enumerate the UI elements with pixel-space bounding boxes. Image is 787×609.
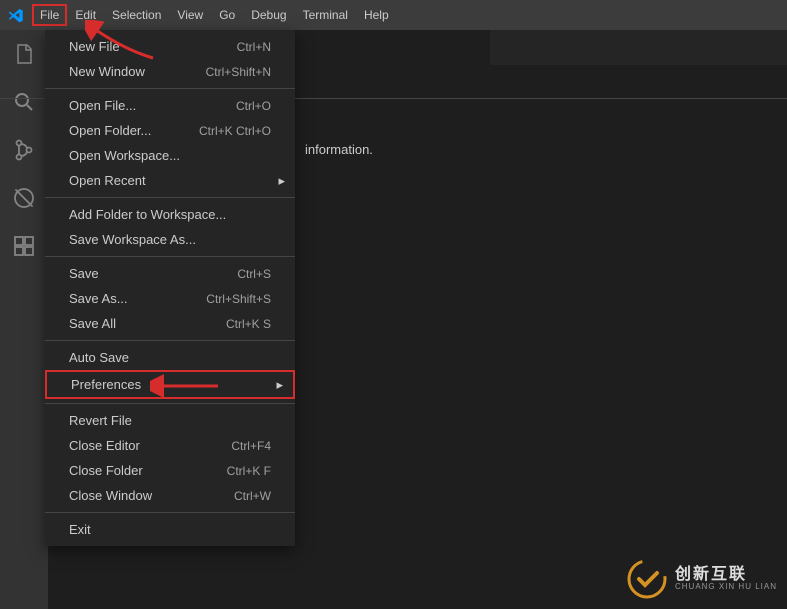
search-icon[interactable] <box>10 88 38 116</box>
info-text: information. <box>305 142 373 157</box>
menu-new-window[interactable]: New WindowCtrl+Shift+N <box>45 59 295 84</box>
menu-close-editor[interactable]: Close EditorCtrl+F4 <box>45 433 295 458</box>
vscode-icon <box>8 7 24 23</box>
activity-bar <box>0 30 48 609</box>
chevron-right-icon: ▸ <box>276 377 283 393</box>
menu-new-file[interactable]: New FileCtrl+N <box>45 34 295 59</box>
menu-auto-save[interactable]: Auto Save <box>45 345 295 370</box>
tab-strip <box>300 30 787 65</box>
separator <box>45 512 295 513</box>
source-control-icon[interactable] <box>10 136 38 164</box>
explorer-icon[interactable] <box>10 40 38 68</box>
menu-save-all[interactable]: Save AllCtrl+K S <box>45 311 295 336</box>
annotation-arrow-icon <box>150 372 220 397</box>
watermark-en: CHUANG XIN HU LIAN <box>675 583 777 592</box>
menu-close-window[interactable]: Close WindowCtrl+W <box>45 483 295 508</box>
editor-area <box>300 30 787 609</box>
watermark: 创新互联 CHUANG XIN HU LIAN <box>627 559 777 599</box>
menu-save[interactable]: SaveCtrl+S <box>45 261 295 286</box>
separator <box>45 256 295 257</box>
annotation-arrow-icon <box>85 20 155 60</box>
window-title: HTML5 - Visual Studio Code [Administrato… <box>197 0 591 30</box>
separator <box>45 197 295 198</box>
menu-revert-file[interactable]: Revert File <box>45 408 295 433</box>
watermark-logo-icon <box>627 559 667 599</box>
menu-save-workspace-as[interactable]: Save Workspace As... <box>45 227 295 252</box>
tab-active[interactable] <box>300 30 490 65</box>
menu-open-workspace[interactable]: Open Workspace... <box>45 143 295 168</box>
menu-open-recent[interactable]: Open Recent▸ <box>45 168 295 193</box>
file-dropdown: New FileCtrl+N New WindowCtrl+Shift+N Op… <box>45 30 295 546</box>
extensions-icon[interactable] <box>10 232 38 260</box>
menu-file[interactable]: File <box>32 4 67 26</box>
chevron-right-icon: ▸ <box>278 173 285 189</box>
debug-icon[interactable] <box>10 184 38 212</box>
menu-exit[interactable]: Exit <box>45 517 295 542</box>
menu-save-as[interactable]: Save As...Ctrl+Shift+S <box>45 286 295 311</box>
menu-open-folder[interactable]: Open Folder...Ctrl+K Ctrl+O <box>45 118 295 143</box>
menu-open-file[interactable]: Open File...Ctrl+O <box>45 93 295 118</box>
menu-add-folder-workspace[interactable]: Add Folder to Workspace... <box>45 202 295 227</box>
menu-close-folder[interactable]: Close FolderCtrl+K F <box>45 458 295 483</box>
separator <box>45 403 295 404</box>
watermark-cn: 创新互联 <box>675 566 777 584</box>
separator <box>45 88 295 89</box>
separator <box>45 340 295 341</box>
